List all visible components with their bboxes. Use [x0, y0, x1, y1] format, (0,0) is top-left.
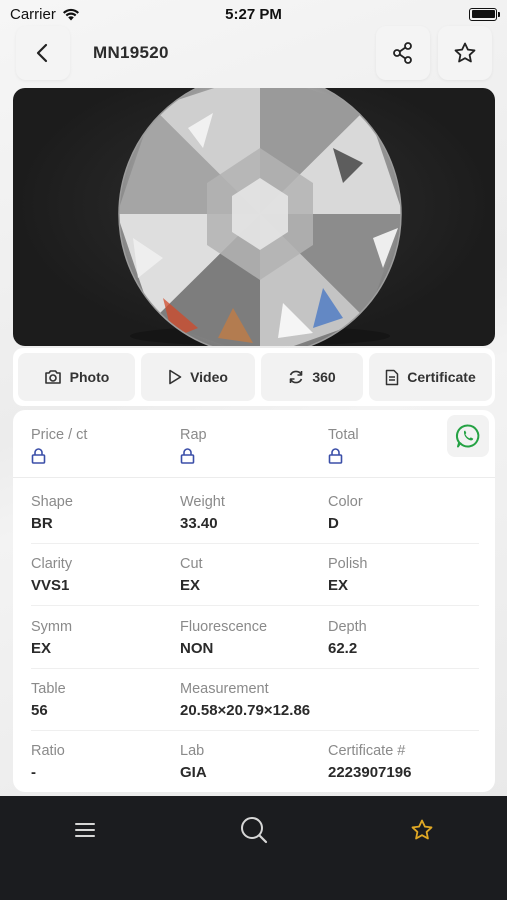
polish-label: Polish: [328, 556, 368, 572]
weight-field: Weight 33.40: [180, 494, 225, 532]
whatsapp-icon: [455, 424, 480, 448]
divider: [31, 730, 479, 731]
diamond-image[interactable]: [13, 88, 495, 346]
depth-field: Depth 62.2: [328, 619, 367, 657]
ratio-field: Ratio -: [31, 743, 65, 781]
color-field: Color D: [328, 494, 363, 532]
fluorescence-value: NON: [180, 640, 214, 657]
tabbar-menu[interactable]: [65, 814, 105, 846]
divider: [31, 605, 479, 606]
page-title: MN19520: [93, 43, 169, 62]
price-per-ct-label: Price / ct: [31, 427, 88, 443]
tab-360[interactable]: 360: [261, 353, 363, 401]
symm-value: EX: [31, 640, 52, 657]
search-icon: [241, 817, 268, 844]
table-value: 56: [31, 702, 48, 719]
tab-photo[interactable]: Photo: [18, 353, 135, 401]
bottom-tab-bar: [0, 796, 507, 900]
rap: Rap: [180, 427, 207, 464]
lab-field: Lab GIA: [180, 743, 207, 781]
measurement-value: 20.58×20.79×12.86: [180, 702, 311, 719]
favorite-button[interactable]: [438, 26, 492, 80]
media-tabs: Photo Video 360 Certificate: [13, 348, 495, 406]
lock-icon[interactable]: [328, 448, 343, 464]
wifi-icon: [62, 8, 79, 20]
star-outline-icon: [454, 42, 476, 63]
clarity-value: VVS1: [31, 577, 70, 594]
color-label: Color: [328, 494, 363, 510]
color-value: D: [328, 515, 339, 532]
symm-field: Symm EX: [31, 619, 72, 657]
tab-certificate-label: Certificate: [407, 369, 476, 385]
symm-label: Symm: [31, 619, 73, 635]
document-icon: [386, 369, 399, 385]
price-per-ct: Price / ct: [31, 427, 87, 464]
measurement-field: Measurement 20.58×20.79×12.86: [180, 681, 310, 719]
shape-value: BR: [31, 515, 53, 532]
depth-label: Depth: [328, 619, 367, 635]
tab-360-label: 360: [312, 369, 336, 385]
tab-video[interactable]: Video: [141, 353, 255, 401]
camera-icon: [44, 370, 61, 384]
certificate-no-label: Certificate #: [328, 743, 406, 759]
whatsapp-button[interactable]: [447, 415, 489, 457]
polish-field: Polish EX: [328, 556, 368, 594]
divider: [31, 543, 479, 544]
ratio-value: -: [31, 764, 36, 781]
tab-photo-label: Photo: [69, 369, 110, 385]
cut-value: EX: [180, 577, 201, 594]
cut-label: Cut: [180, 556, 203, 572]
total-label: Total: [328, 427, 359, 443]
carrier-label: Carrier: [10, 5, 56, 23]
tabbar-favorites[interactable]: [402, 814, 442, 846]
price-row: Price / ct Rap Total: [13, 410, 495, 478]
divider: [31, 668, 479, 669]
header: MN19520: [0, 26, 507, 82]
ratio-label: Ratio: [31, 743, 65, 759]
status-bar: Carrier 5:27 PM: [0, 0, 507, 28]
tab-video-label: Video: [190, 369, 228, 385]
shape-label: Shape: [31, 494, 73, 510]
back-button[interactable]: [16, 26, 70, 80]
certificate-no-value[interactable]: 2223907196: [328, 764, 411, 781]
lab-label: Lab: [180, 743, 205, 759]
details-card: Price / ct Rap Total Shape BR Weight 33.…: [13, 410, 495, 792]
table-field: Table 56: [31, 681, 66, 719]
rap-label: Rap: [180, 427, 207, 443]
lock-icon[interactable]: [31, 448, 46, 464]
share-icon: [393, 42, 412, 64]
star-icon: [411, 819, 433, 840]
polish-value: EX: [328, 577, 349, 594]
weight-label: Weight: [180, 494, 225, 510]
table-label: Table: [31, 681, 66, 697]
fluorescence-label: Fluorescence: [180, 619, 268, 635]
lock-icon[interactable]: [180, 448, 195, 464]
share-button[interactable]: [376, 26, 430, 80]
tab-certificate[interactable]: Certificate: [369, 353, 492, 401]
measurement-label: Measurement: [180, 681, 269, 697]
weight-value: 33.40: [180, 515, 218, 532]
certificate-no-field: Certificate # 2223907196: [328, 743, 411, 781]
chevron-left-icon: [36, 43, 48, 63]
lab-value: GIA: [180, 764, 207, 781]
menu-icon: [75, 823, 95, 837]
play-icon: [169, 369, 182, 385]
tabbar-search[interactable]: [234, 814, 274, 846]
clarity-label: Clarity: [31, 556, 73, 572]
rotate-icon: [290, 370, 303, 384]
total: Total: [328, 427, 359, 464]
fluorescence-field: Fluorescence NON: [180, 619, 267, 657]
cut-field: Cut EX: [180, 556, 203, 594]
depth-value: 62.2: [328, 640, 358, 657]
shape-field: Shape BR: [31, 494, 73, 532]
battery-icon: [469, 7, 500, 21]
clarity-field: Clarity VVS1: [31, 556, 72, 594]
